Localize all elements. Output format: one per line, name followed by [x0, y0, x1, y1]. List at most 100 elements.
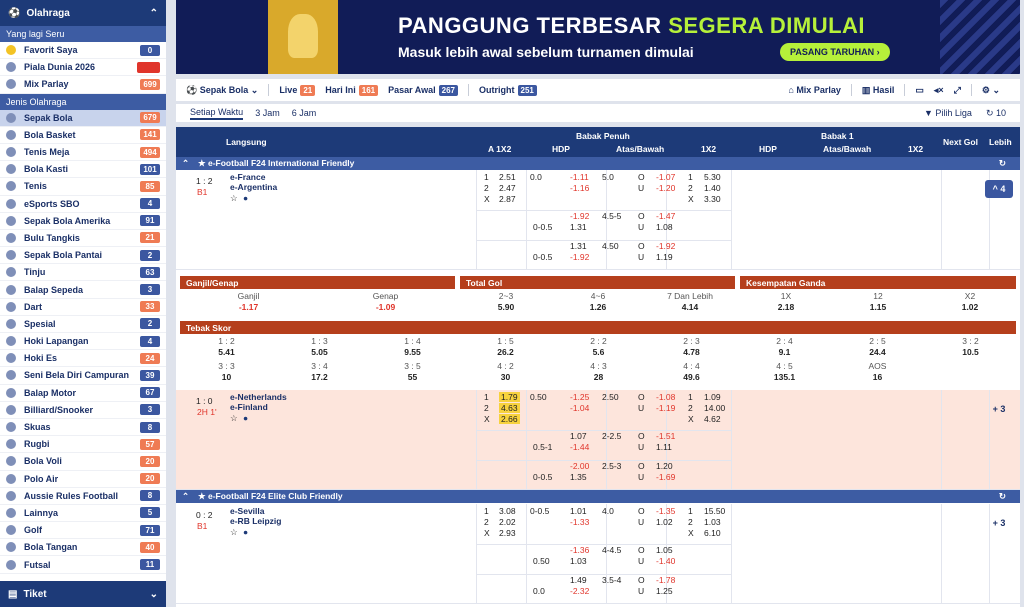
tab-live[interactable]: Live 21 — [279, 84, 316, 96]
under-odds[interactable]: 1.19 — [656, 252, 673, 262]
over-odds[interactable]: -1.07 — [656, 172, 675, 182]
sidebar-item-sport[interactable]: Rugbi 57 — [0, 436, 166, 454]
hdp-away-odds[interactable]: -2.32 — [570, 586, 589, 596]
odds-1x2[interactable]: 4.63 — [499, 403, 520, 413]
sidebar-item-sport[interactable]: Sepak Bola Amerika 91 — [0, 213, 166, 230]
odds-1x2[interactable]: 2.02 — [499, 517, 516, 527]
score-odds[interactable]: 9.55 — [366, 347, 459, 357]
score-odds[interactable]: 5.6 — [552, 347, 645, 357]
tab-any-time[interactable]: Setiap Waktu — [190, 107, 244, 120]
score-odds[interactable]: 135.1 — [738, 372, 831, 382]
odds-1x2[interactable]: 14.00 — [704, 403, 725, 413]
live-play-icon[interactable]: ● — [243, 413, 248, 423]
score-odds[interactable]: 10.5 — [924, 347, 1017, 357]
tab-6-hours[interactable]: 6 Jam — [292, 108, 317, 118]
sidebar-item-sport[interactable]: Bola Basket 141 — [0, 127, 166, 144]
sidebar-item-sport[interactable]: eSports SBO 4 — [0, 196, 166, 213]
chevron-up-icon[interactable]: ⌃ — [150, 8, 158, 19]
market-odds[interactable]: 1.15 — [832, 302, 924, 312]
score-odds[interactable]: 30 — [459, 372, 552, 382]
more-markets-button[interactable]: + 3 — [985, 514, 1013, 532]
over-odds[interactable]: 1.05 — [656, 545, 673, 555]
hdp-away-odds[interactable]: -1.04 — [570, 403, 589, 413]
over-odds[interactable]: -1.92 — [656, 241, 675, 251]
results-button[interactable]: ▥ Hasil — [862, 85, 895, 96]
ticket-header[interactable]: ▤ Tiket ⌄ — [0, 581, 166, 607]
live-item[interactable]: Favorit Saya 0 — [0, 42, 166, 60]
live-play-icon[interactable]: ● — [243, 527, 248, 537]
sidebar-item-sport[interactable]: Dart 33 — [0, 299, 166, 316]
hdp-away-odds[interactable]: -1.92 — [570, 252, 589, 262]
sidebar-item-sport[interactable]: Bola Kasti 101 — [0, 161, 166, 179]
hdp-away-odds[interactable]: -1.33 — [570, 517, 589, 527]
over-odds[interactable]: -1.78 — [656, 575, 675, 585]
more-markets-button[interactable]: ^ 4 — [985, 180, 1013, 198]
favorite-star-icon[interactable]: ☆ — [230, 193, 238, 204]
hdp-home-odds[interactable]: 1.49 — [570, 575, 587, 585]
market-odds[interactable]: -1.09 — [317, 302, 454, 312]
sidebar-item-sport[interactable]: Tenis Meja 494 — [0, 144, 166, 162]
score-odds[interactable]: 26.2 — [459, 347, 552, 357]
score-odds[interactable]: 55 — [366, 372, 459, 382]
hdp-home-odds[interactable]: 1.31 — [570, 241, 587, 251]
sidebar-item-sport[interactable]: Polo Air 20 — [0, 471, 166, 488]
hdp-home-odds[interactable]: -1.25 — [570, 392, 589, 402]
odds-1x2[interactable]: 6.10 — [704, 528, 721, 538]
under-odds[interactable]: 1.02 — [656, 517, 673, 527]
home-team[interactable]: e-Netherlands — [230, 392, 287, 402]
chevron-up-icon[interactable]: ⌃ — [182, 491, 189, 502]
odds-1x2[interactable]: 2.47 — [499, 183, 516, 193]
mix-parlay-button[interactable]: ⌂ Mix Parlay — [788, 85, 840, 95]
odds-1x2[interactable]: 5.30 — [704, 172, 721, 182]
hdp-home-odds[interactable]: 1.01 — [570, 506, 587, 516]
sidebar-item-sport[interactable]: Seni Bela Diri Campuran 39 — [0, 367, 166, 385]
over-odds[interactable]: -1.35 — [656, 506, 675, 516]
hdp-away-odds[interactable]: 1.35 — [570, 472, 587, 482]
tab-outright[interactable]: Outright 251 — [479, 84, 537, 96]
under-odds[interactable]: -1.40 — [656, 556, 675, 566]
score-odds[interactable]: 24.4 — [831, 347, 924, 357]
over-odds[interactable]: 1.20 — [656, 461, 673, 471]
odds-1x2[interactable]: 2.66 — [499, 414, 520, 424]
tab-today[interactable]: Hari Ini 161 — [325, 84, 379, 96]
away-team[interactable]: e-Argentina — [230, 182, 277, 192]
home-team[interactable]: e-France — [230, 172, 265, 182]
hdp-home-odds[interactable]: -1.11 — [570, 172, 589, 182]
hdp-away-odds[interactable]: 1.31 — [570, 222, 587, 232]
sports-header[interactable]: ⚽ Olahraga ⌃ — [0, 0, 166, 26]
hdp-home-odds[interactable]: -2.00 — [570, 461, 589, 471]
favorite-star-icon[interactable]: ☆ — [230, 413, 238, 424]
refresh-icon[interactable]: ↻ — [999, 158, 1006, 169]
odds-1x2[interactable]: 1.09 — [704, 392, 721, 402]
sidebar-item-sport[interactable]: Bola Tangan 40 — [0, 539, 166, 557]
sidebar-item-sport[interactable]: Sepak Bola 679 — [0, 109, 166, 127]
market-odds[interactable]: 1.02 — [924, 302, 1016, 312]
hdp-home-odds[interactable]: 1.07 — [570, 431, 587, 441]
sound-icon[interactable]: ◂× — [934, 85, 944, 96]
tab-early[interactable]: Pasar Awal 267 — [388, 84, 458, 96]
sidebar-item-sport[interactable]: Sepak Bola Pantai 2 — [0, 247, 166, 265]
favorite-star-icon[interactable]: ☆ — [230, 527, 238, 538]
sidebar-item-sport[interactable]: Futsal 11 — [0, 556, 166, 574]
refresh-button[interactable]: ↻ 10 — [986, 108, 1006, 119]
odds-1x2[interactable]: 2.87 — [499, 194, 516, 204]
sidebar-item-sport[interactable]: Skuas 8 — [0, 419, 166, 437]
odds-1x2[interactable]: 1.40 — [704, 183, 721, 193]
sport-selector[interactable]: ⚽ Sepak Bola ⌄ — [186, 85, 258, 96]
odds-1x2[interactable]: 1.03 — [704, 517, 721, 527]
score-odds[interactable]: 4.78 — [645, 347, 738, 357]
tv-icon[interactable]: ▭ — [915, 85, 924, 96]
hdp-home-odds[interactable]: -1.92 — [570, 211, 589, 221]
market-odds[interactable]: 5.90 — [460, 302, 552, 312]
live-play-icon[interactable]: ● — [243, 193, 248, 203]
promo-banner[interactable]: PANGGUNG TERBESAR SEGERA DIMULAI Masuk l… — [176, 0, 1020, 74]
under-odds[interactable]: -1.19 — [656, 403, 675, 413]
sidebar-item-sport[interactable]: Tenis 85 — [0, 178, 166, 196]
score-odds[interactable]: 5.41 — [180, 347, 273, 357]
place-bet-button[interactable]: PASANG TARUHAN › — [780, 43, 890, 61]
league-header[interactable]: ⌃ ★ e-Football F24 International Friendl… — [176, 157, 1020, 170]
score-odds[interactable]: 49.6 — [645, 372, 738, 382]
odds-1x2[interactable]: 1.79 — [499, 392, 520, 402]
over-odds[interactable]: -1.51 — [656, 431, 675, 441]
live-item[interactable]: Piala Dunia 2026 HOT — [0, 59, 166, 77]
